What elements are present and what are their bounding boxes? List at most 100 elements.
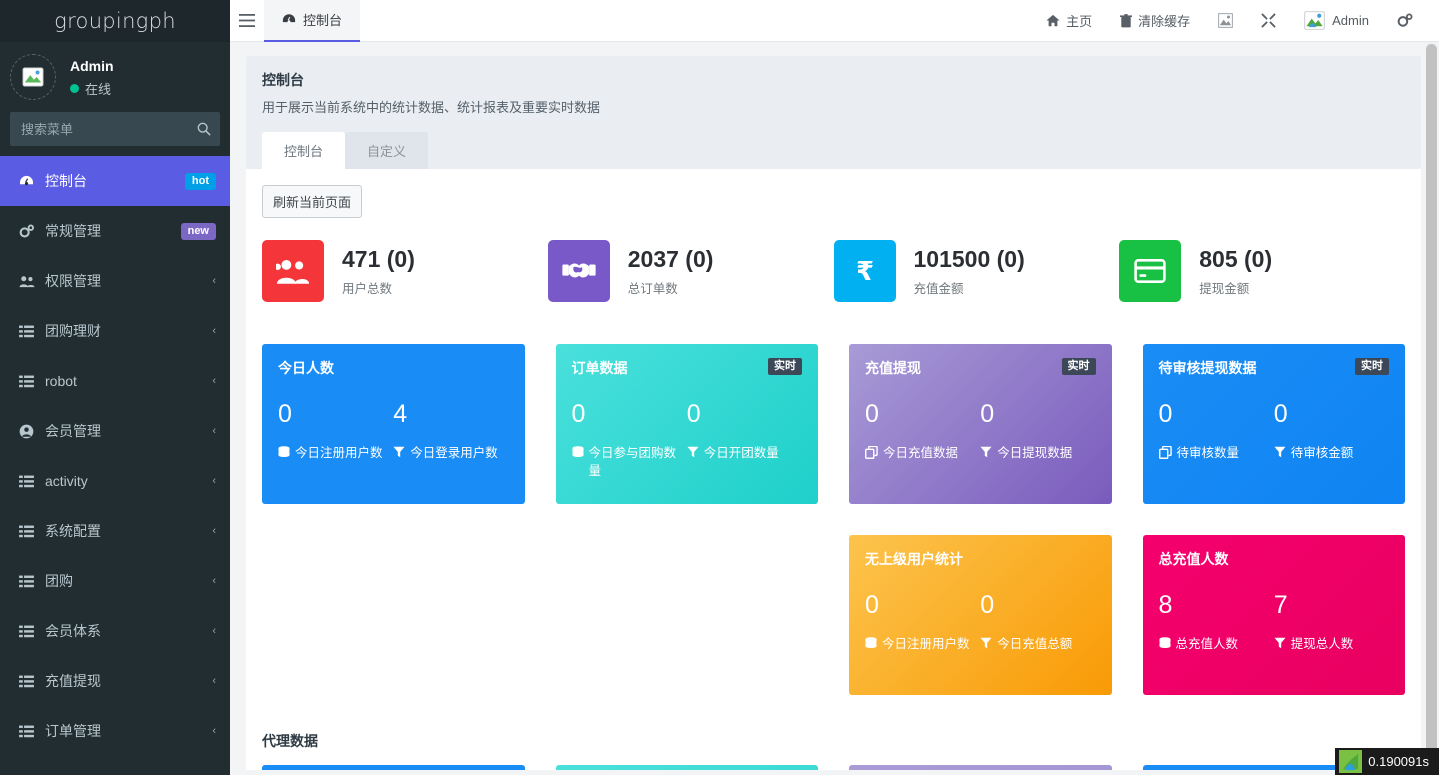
- chevron-left-icon: ‹: [212, 525, 216, 537]
- data-panel-4[interactable]: 待审核提现数据 实时 0待审核数量0待审核金额: [1143, 344, 1406, 504]
- broken-image-icon: [1218, 13, 1233, 28]
- tab-dashboard[interactable]: 控制台: [264, 0, 360, 42]
- page-tab-2[interactable]: 自定义: [345, 132, 428, 169]
- tab-dashboard-label: 控制台: [303, 10, 342, 29]
- sidebar-item-3[interactable]: 权限管理‹: [0, 256, 230, 306]
- panel-metric-label-text: 今日注册用户数: [882, 635, 970, 653]
- sidebar-item-label: 常规管理: [45, 221, 181, 241]
- data-panel-2[interactable]: 订单数据实时 0 今日参与团购数量0 今日开团数量: [556, 344, 819, 504]
- sidebar-logo-bar[interactable]: groupingph: [0, 0, 230, 42]
- sidebar-item-9[interactable]: 团购‹: [0, 556, 230, 606]
- page-tabs: 控制台自定义: [262, 132, 1405, 169]
- stat-card-text: 101500 (0)充值金额: [914, 246, 1025, 297]
- panel-metric-value: 8: [1159, 591, 1266, 619]
- topbar-user[interactable]: Admin: [1292, 0, 1381, 42]
- sidebar-item-7[interactable]: activity‹: [0, 456, 230, 506]
- panel-metric: 8 总充值人数: [1159, 591, 1274, 653]
- hamburger-icon[interactable]: [230, 0, 264, 42]
- data-panel-1[interactable]: 今日人数0今日注册用户数4今日登录用户数: [262, 344, 525, 504]
- stat-card-2[interactable]: 2037 (0)总订单数: [548, 240, 834, 302]
- panel-metric-label-text: 总充值人数: [1176, 635, 1239, 653]
- topbar-home[interactable]: 主页: [1034, 0, 1104, 42]
- chevron-left-icon: ‹: [212, 575, 216, 587]
- rupee-icon: ₹: [834, 240, 896, 302]
- panel-header: 订单数据实时: [572, 358, 803, 378]
- page-title: 控制台: [262, 70, 1405, 90]
- realtime-badge: 实时: [1355, 358, 1389, 375]
- avatar[interactable]: [10, 54, 56, 100]
- panel-header: 无上级用户统计: [865, 549, 1096, 569]
- data-panel-7[interactable]: 无上级用户统计0今日注册用户数0今日充值总额: [849, 535, 1112, 695]
- topbar-clear-cache[interactable]: 清除缓存: [1108, 0, 1202, 42]
- panel-metric: 0今日注册用户数: [865, 591, 980, 653]
- sidebar-item-12[interactable]: 订单管理‹: [0, 706, 230, 756]
- panel-metric: 0待审核金额: [1274, 400, 1389, 462]
- topbar-clear-cache-label: 清除缓存: [1138, 11, 1190, 30]
- sidebar-item-1[interactable]: 控制台hot: [0, 156, 230, 206]
- search-box[interactable]: [10, 112, 220, 146]
- database-icon: [865, 637, 877, 653]
- panel-metric: 4 今日登录用户数: [393, 400, 508, 462]
- app-root: groupingph Admin 在线: [0, 0, 1439, 775]
- panel-metric-label: 待审核金额: [1274, 444, 1381, 462]
- stat-card-label: 提现金额: [1199, 278, 1272, 297]
- sidebar-item-11[interactable]: 充值提现‹: [0, 656, 230, 706]
- list-icon: [19, 475, 41, 488]
- data-panels-grid: 今日人数0今日注册用户数4今日登录用户数订单数据实时0今日参与团购数量0今日开团…: [262, 344, 1405, 695]
- page-header: 控制台 用于展示当前系统中的统计数据、统计报表及重要实时数据 控制台自定义: [246, 56, 1421, 169]
- list-icon: [19, 525, 41, 538]
- chevron-left-icon: ‹: [212, 325, 216, 337]
- panel-header: 总充值人数: [1159, 549, 1390, 569]
- topbar-fullscreen[interactable]: [1249, 0, 1288, 42]
- panel-metric-value: 0: [572, 400, 679, 428]
- panel-title: 待审核提现数据: [1159, 358, 1257, 378]
- sidebar-item-4[interactable]: 团购理财‹: [0, 306, 230, 356]
- chevron-left-icon: ‹: [212, 625, 216, 637]
- data-panel-3[interactable]: 充值提现实时0今日充值数据0今日提现数据: [849, 344, 1112, 504]
- panel-metric-label: 今日开团数量: [687, 444, 794, 462]
- agent-card-3[interactable]: [849, 765, 1112, 770]
- topbar-settings[interactable]: [1385, 0, 1425, 42]
- search-input[interactable]: [21, 122, 197, 137]
- data-panel-8[interactable]: 总充值人数 8 总充值人数 7提现总人数: [1143, 535, 1406, 695]
- stat-card-4[interactable]: 805 (0)提现金额: [1119, 240, 1405, 302]
- home-icon: [1046, 14, 1060, 27]
- performance-time: 0.190091s: [1368, 754, 1429, 769]
- users-group-icon: [262, 240, 324, 302]
- sidebar-user-meta: Admin 在线: [70, 57, 114, 98]
- panel-body: 0待审核数量0待审核金额: [1159, 400, 1390, 462]
- panel-metric-value: 0: [980, 400, 1087, 428]
- gear-settings-icon: [1397, 13, 1413, 28]
- agent-card-1[interactable]: [262, 765, 525, 770]
- panel-metric-label: 今日注册用户数: [865, 635, 972, 653]
- performance-badge[interactable]: 0.190091s: [1335, 748, 1439, 775]
- agent-card-2[interactable]: [556, 765, 819, 770]
- topbar: 控制台 主页 清除缓存: [230, 0, 1439, 42]
- panel-metric: 7提现总人数: [1274, 591, 1389, 653]
- sidebar-item-8[interactable]: 系统配置‹: [0, 506, 230, 556]
- topbar-broken-image[interactable]: [1206, 0, 1245, 42]
- panel-metric-label: 提现总人数: [1274, 635, 1381, 653]
- refresh-page-button[interactable]: 刷新当前页面: [262, 185, 362, 218]
- panel-metric-value: 4: [393, 400, 500, 428]
- sidebar-item-10[interactable]: 会员体系‹: [0, 606, 230, 656]
- stat-card-text: 805 (0)提现金额: [1199, 246, 1272, 297]
- panel-metric-label: 今日登录用户数: [393, 444, 500, 462]
- panel-metric-label: 今日提现数据: [980, 444, 1087, 462]
- search-icon[interactable]: [197, 122, 211, 136]
- stat-card-label: 总订单数: [628, 278, 714, 297]
- page-tab-1[interactable]: 控制台: [262, 132, 345, 169]
- panel-metric: 0 今日参与团购数量: [572, 400, 687, 480]
- sidebar: groupingph Admin 在线: [0, 0, 230, 775]
- filter-icon: [687, 446, 699, 462]
- panel-metric-label: 今日参与团购数量: [572, 444, 679, 480]
- sidebar-badge-hot: hot: [185, 173, 216, 190]
- stat-card-3[interactable]: ₹101500 (0)充值金额: [834, 240, 1120, 302]
- stat-card-1[interactable]: 471 (0)用户总数: [262, 240, 548, 302]
- sidebar-item-6[interactable]: 会员管理‹: [0, 406, 230, 456]
- sidebar-item-2[interactable]: 常规管理new: [0, 206, 230, 256]
- sidebar-item-5[interactable]: robot‹: [0, 356, 230, 406]
- panel-metric-label-text: 待审核金额: [1291, 444, 1354, 462]
- scrollbar-thumb[interactable]: [1426, 44, 1437, 758]
- sidebar-menu: 控制台hot常规管理new权限管理‹团购理财‹robot‹会员管理‹activi…: [0, 156, 230, 756]
